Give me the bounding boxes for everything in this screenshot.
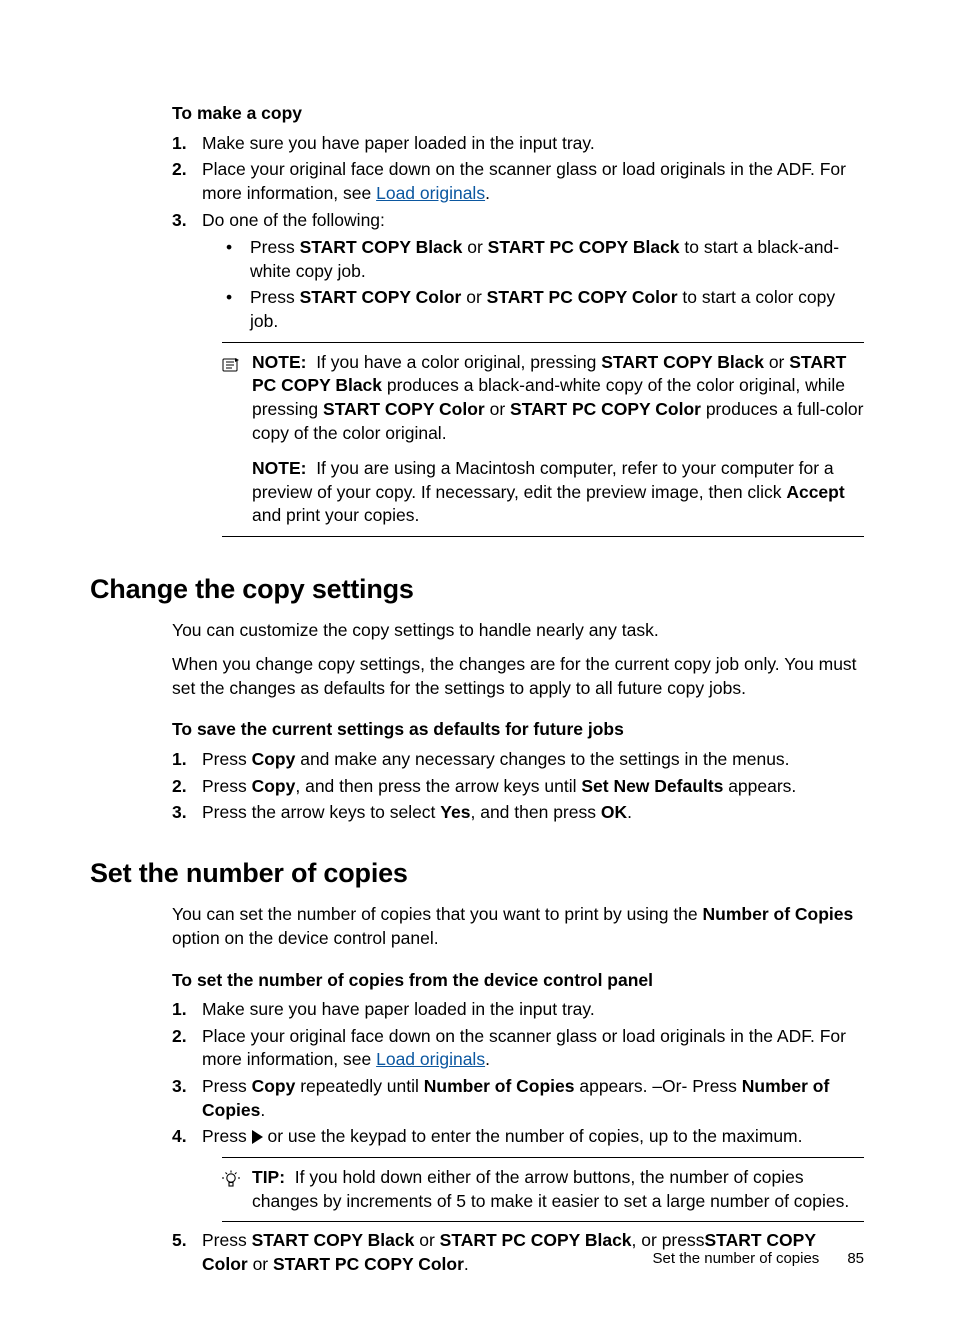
footer-section-title: Set the number of copies <box>653 1250 820 1267</box>
list-item: 3.Press Copy repeatedly until Number of … <box>172 1075 864 1122</box>
subtitle: To make a copy <box>172 102 864 126</box>
note-icon <box>222 351 252 446</box>
paragraph: You can set the number of copies that yo… <box>172 903 864 950</box>
list-item: 2.Press Copy, and then press the arrow k… <box>172 775 864 799</box>
load-originals-link[interactable]: Load originals <box>376 1049 485 1069</box>
bullet-item: Press START COPY Black or START PC COPY … <box>222 236 864 283</box>
section-set-copies: You can set the number of copies that yo… <box>172 903 864 1276</box>
note-callout: NOTE: If you have a color original, pres… <box>222 342 864 537</box>
page: To make a copy 1.Make sure you have pape… <box>0 0 954 1321</box>
right-arrow-icon <box>252 1130 263 1144</box>
list-item: 1.Make sure you have paper loaded in the… <box>172 132 864 156</box>
paragraph: You can customize the copy settings to h… <box>172 619 864 643</box>
heading-change-copy-settings: Change the copy settings <box>90 571 864 607</box>
load-originals-link[interactable]: Load originals <box>376 183 485 203</box>
page-footer: Set the number of copies 85 <box>653 1249 864 1269</box>
heading-set-number-of-copies: Set the number of copies <box>90 855 864 891</box>
bullet-item: Press START COPY Color or START PC COPY … <box>222 286 864 333</box>
tip-icon <box>222 1166 252 1213</box>
subtitle: To set the number of copies from the dev… <box>172 969 864 993</box>
tip-callout: TIP: If you hold down either of the arro… <box>222 1157 864 1222</box>
list-item: 2.Place your original face down on the s… <box>172 158 864 205</box>
list-item: 1.Press Copy and make any necessary chan… <box>172 748 864 772</box>
list-item: 2.Place your original face down on the s… <box>172 1025 864 1072</box>
list-item: 1.Make sure you have paper loaded in the… <box>172 998 864 1022</box>
section-change-settings: You can customize the copy settings to h… <box>172 619 864 824</box>
list-item: 3. Do one of the following: Press START … <box>172 209 864 542</box>
paragraph: When you change copy settings, the chang… <box>172 653 864 700</box>
section-to-make-a-copy: To make a copy 1.Make sure you have pape… <box>172 102 864 541</box>
list-item: 3.Press the arrow keys to select Yes, an… <box>172 801 864 825</box>
page-number: 85 <box>847 1250 864 1267</box>
list-item: 4. Press or use the keypad to enter the … <box>172 1125 864 1226</box>
subtitle: To save the current settings as defaults… <box>172 718 864 742</box>
